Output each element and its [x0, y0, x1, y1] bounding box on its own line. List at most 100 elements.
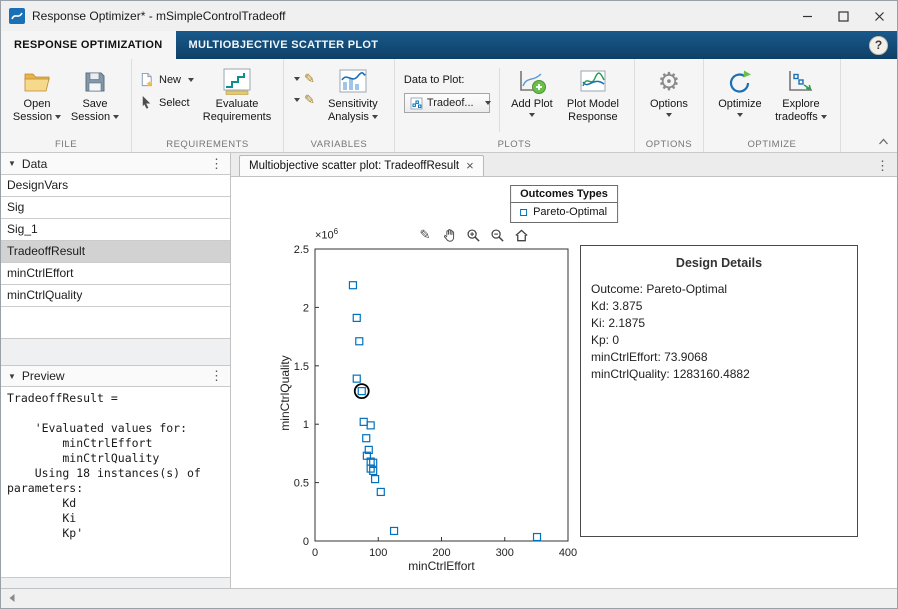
optimize-icon [725, 66, 755, 98]
design-details-title: Design Details [581, 246, 857, 281]
scatter-plot[interactable]: 010020030040000.511.522.5 [271, 237, 591, 567]
tab-response-optimization[interactable]: RESPONSE OPTIMIZATION [1, 31, 176, 59]
dropdown-arrow-icon [485, 101, 491, 105]
file-section-label: FILE [1, 139, 131, 150]
new-document-icon [139, 72, 155, 88]
ribbon-section-requirements: New Select Evaluate Requirements REQUIRE… [132, 59, 284, 152]
app-window: Response Optimizer* - mSimpleControlTrad… [0, 0, 898, 609]
optimize-button[interactable]: Optimize [712, 64, 768, 119]
detail-ki: Ki: 2.1875 [581, 315, 857, 332]
tab-multiobjective-scatter-plot[interactable]: MULTIOBJECTIVE SCATTER PLOT [176, 31, 392, 59]
help-button[interactable]: ? [869, 36, 888, 55]
preview-panel-menu-icon[interactable]: ⋮ [210, 370, 223, 382]
open-session-label: Open Session [13, 98, 52, 123]
dock-arrow-icon[interactable] [7, 590, 17, 608]
explore-tradeoffs-label: Explore tradeoffs [775, 98, 819, 123]
new-label: New [159, 74, 181, 86]
data-item-minctrleffort[interactable]: minCtrlEffort [1, 263, 230, 285]
ribbon-section-variables: ✎ ✎ Sensitivity Analysis VARIABLES [284, 59, 395, 152]
data-panel-menu-icon[interactable]: ⋮ [210, 158, 223, 170]
options-button[interactable]: ⚙ Options [643, 64, 695, 119]
legend-entry-pareto-optimal[interactable]: Pareto-Optimal [511, 203, 617, 222]
preview-panel-header: ▼ Preview ⋮ [1, 365, 230, 387]
select-requirement-button[interactable]: Select [139, 95, 194, 111]
ribbon-section-options: ⚙ Options OPTIONS [635, 59, 704, 152]
save-session-button[interactable]: Save Session [67, 64, 123, 126]
detail-minctrleffort: minCtrlEffort: 73.9068 [581, 349, 857, 366]
svg-text:400: 400 [559, 547, 577, 559]
data-item-sig-1[interactable]: Sig_1 [1, 219, 230, 241]
svg-text:1: 1 [303, 419, 309, 431]
edit-variable-secondary-button[interactable]: ✎ [291, 93, 315, 107]
collapse-data-panel-icon[interactable]: ▼ [8, 159, 16, 168]
data-panel-header: ▼ Data ⋮ [1, 153, 230, 175]
open-folder-icon [23, 66, 51, 98]
app-icon [9, 8, 25, 24]
variables-section-label: VARIABLES [284, 139, 394, 150]
svg-text:100: 100 [369, 547, 387, 559]
evaluate-requirements-button[interactable]: Evaluate Requirements [199, 64, 275, 126]
ribbon-section-file: Open Session Save Session FILE [1, 59, 132, 152]
document-menu-icon[interactable]: ⋮ [876, 160, 889, 172]
dropdown-arrow-icon [55, 115, 61, 119]
data-item-sig[interactable]: Sig [1, 197, 230, 219]
sidebar-gap [1, 339, 230, 365]
legend-title: Outcomes Types [511, 186, 617, 203]
plot-model-response-button[interactable]: Plot Model Response [560, 64, 626, 126]
select-label: Select [159, 97, 190, 109]
detail-kd: Kd: 3.875 [581, 298, 857, 315]
sensitivity-analysis-button[interactable]: Sensitivity Analysis [320, 64, 386, 126]
plot-model-response-label: Plot Model Response [562, 98, 624, 124]
toolstrip-tab-bar: RESPONSE OPTIMIZATION MULTIOBJECTIVE SCA… [1, 31, 897, 59]
evaluate-requirements-label: Evaluate Requirements [201, 98, 273, 124]
data-item-tradeoffresult[interactable]: TradeoffResult [1, 241, 230, 263]
collapse-preview-panel-icon[interactable]: ▼ [8, 372, 16, 381]
detail-kp: Kp: 0 [581, 332, 857, 349]
status-bar [1, 588, 897, 608]
requirements-section-label: REQUIREMENTS [132, 139, 283, 150]
svg-text:0: 0 [312, 547, 318, 559]
plot-data-selector-value: Tradeof... [427, 97, 474, 109]
ribbon-section-optimize: Optimize Explore tradeoffs OPTIMIZE [704, 59, 841, 152]
scatter-mini-icon [410, 97, 423, 110]
svg-text:0.5: 0.5 [294, 478, 309, 490]
plot-data-selector[interactable]: Tradeof... [404, 93, 490, 113]
collapse-ribbon-icon[interactable] [878, 137, 889, 146]
sidebar: ▼ Data ⋮ DesignVars Sig Sig_1 TradeoffRe… [1, 153, 231, 588]
optimize-section-label: OPTIMIZE [704, 139, 840, 150]
close-document-icon[interactable]: × [466, 160, 474, 172]
svg-text:1.5: 1.5 [294, 361, 309, 373]
main-area: ▼ Data ⋮ DesignVars Sig Sig_1 TradeoffRe… [1, 153, 897, 588]
dropdown-arrow-icon [294, 98, 300, 102]
new-requirement-button[interactable]: New [139, 72, 194, 88]
data-item-designvars[interactable]: DesignVars [1, 175, 230, 197]
edit-variable-button[interactable]: ✎ [291, 72, 315, 86]
dropdown-arrow-icon [821, 115, 827, 119]
explore-tradeoffs-icon [786, 66, 816, 98]
data-list: DesignVars Sig Sig_1 TradeoffResult minC… [1, 175, 230, 339]
dropdown-arrow-icon [372, 115, 378, 119]
dropdown-arrow-icon [113, 115, 119, 119]
window-title: Response Optimizer* - mSimpleControlTrad… [32, 9, 285, 23]
close-button[interactable] [861, 1, 897, 31]
explore-tradeoffs-button[interactable]: Explore tradeoffs [770, 64, 832, 126]
svg-text:200: 200 [432, 547, 450, 559]
document-tab[interactable]: Multiobjective scatter plot: TradeoffRes… [239, 155, 484, 176]
preview-panel-title: Preview [22, 369, 65, 383]
ribbon-section-plots: Data to Plot: Tradeof... Add Plot [395, 59, 635, 152]
svg-text:0: 0 [303, 536, 309, 548]
add-plot-button[interactable]: Add Plot [506, 64, 558, 119]
content-area: Multiobjective scatter plot: TradeoffRes… [231, 153, 897, 588]
sensitivity-analysis-label: Sensitivity Analysis [328, 98, 378, 123]
data-item-minctrlquality[interactable]: minCtrlQuality [1, 285, 230, 307]
evaluate-requirements-icon [222, 66, 252, 98]
optimize-label: Optimize [718, 98, 761, 111]
design-details-panel: Design Details Outcome: Pareto-Optimal K… [580, 245, 858, 537]
minimize-button[interactable] [789, 1, 825, 31]
open-session-button[interactable]: Open Session [9, 64, 65, 126]
detail-minctrlquality: minCtrlQuality: 1283160.4882 [581, 366, 857, 383]
data-panel-title: Data [22, 157, 47, 171]
sensitivity-analysis-icon [338, 66, 368, 98]
x-axis-label: minCtrlEffort [315, 559, 568, 573]
maximize-button[interactable] [825, 1, 861, 31]
